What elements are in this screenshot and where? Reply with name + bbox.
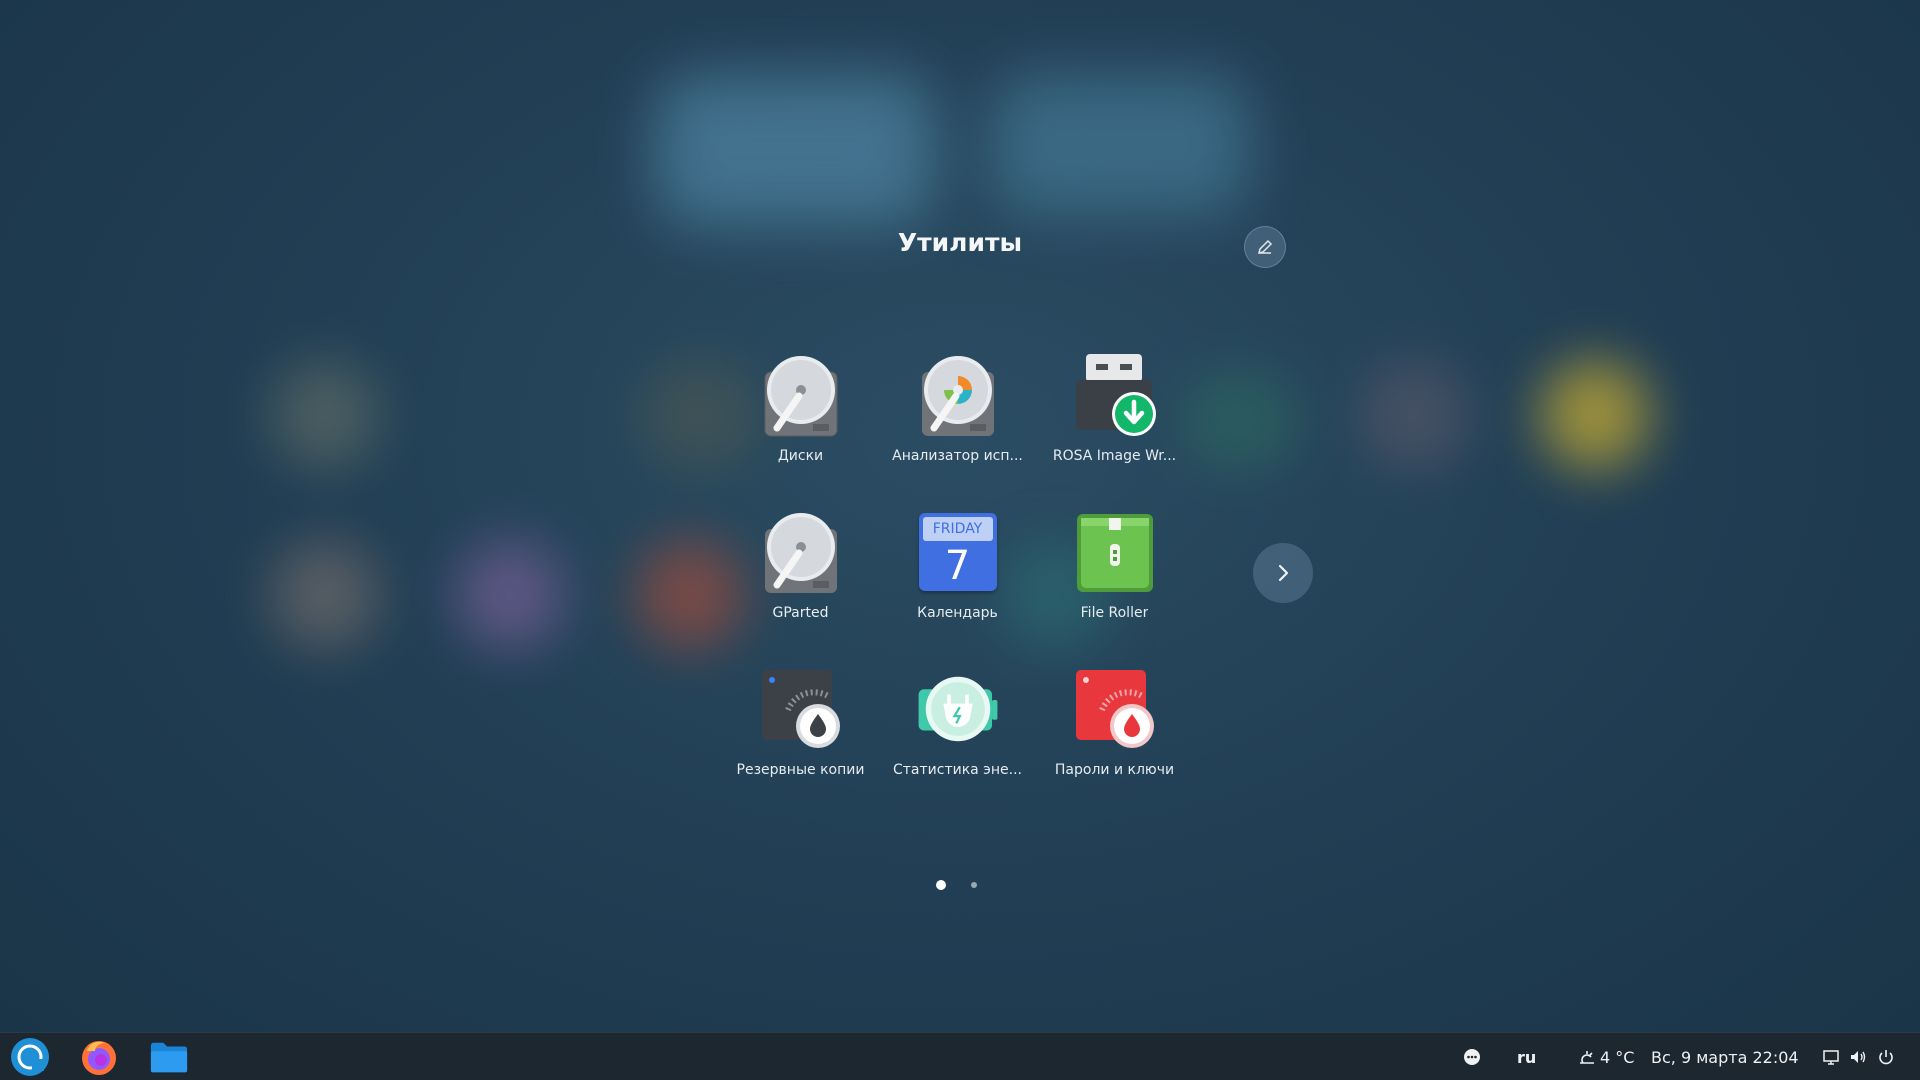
keyboard-layout-indicator[interactable]: ru — [1517, 1033, 1536, 1080]
firefox-icon — [82, 1041, 116, 1075]
power-icon — [1879, 1050, 1893, 1065]
page-dot-2[interactable] — [971, 882, 977, 888]
app-menu-button[interactable] — [10, 1037, 50, 1077]
page-indicator — [936, 880, 977, 890]
rosa-logo-icon — [11, 1038, 49, 1076]
app-label: ROSA Image Wr... — [1052, 448, 1177, 464]
app-label: Статистика эне... — [892, 762, 1022, 778]
weather-temperature: 4 °C — [1600, 1047, 1635, 1067]
calendar-icon: FRIDAY 7 — [915, 509, 1001, 595]
network-icon — [1823, 1050, 1839, 1065]
folder-title[interactable]: Утилиты — [0, 228, 1920, 257]
page-dot-1[interactable] — [936, 880, 946, 890]
next-page-button[interactable] — [1253, 543, 1313, 603]
disk-usage-analyzer-icon — [921, 356, 994, 436]
app-backups[interactable]: Резервные копии — [722, 666, 879, 823]
app-rosa-image-writer[interactable]: ROSA Image Wr... — [1036, 352, 1193, 509]
chevron-right-icon — [1278, 564, 1289, 582]
app-label: Диски — [777, 448, 824, 464]
app-file-roller[interactable]: File Roller — [1036, 509, 1193, 666]
app-label: Резервные копии — [736, 762, 865, 778]
app-label: Анализатор исп... — [892, 448, 1023, 464]
app-gparted[interactable]: GParted — [722, 509, 879, 666]
app-disks[interactable]: Диски — [722, 352, 879, 509]
clock[interactable]: Вс, 9 марта 22:04 — [1651, 1033, 1799, 1080]
rename-folder-button[interactable] — [1244, 226, 1286, 268]
app-grid: Диски Анализатор исп... ROSA Image Wr...… — [722, 352, 1193, 823]
taskbar: ru 4 °C Вс, 9 марта 22:04 — [0, 1032, 1920, 1080]
weather-indicator[interactable]: 4 °C — [1578, 1033, 1634, 1080]
app-label: Пароли и ключи — [1054, 762, 1175, 778]
passwords-keys-icon — [1075, 670, 1154, 748]
app-passwords-keys[interactable]: Пароли и ключи — [1036, 666, 1193, 823]
file-manager-button[interactable] — [149, 1037, 189, 1077]
rosa-image-writer-icon — [1075, 354, 1156, 436]
speaker-icon — [1851, 1051, 1866, 1063]
app-label: File Roller — [1080, 605, 1149, 621]
folder-icon — [150, 1042, 188, 1073]
app-disk-usage-analyzer[interactable]: Анализатор исп... — [879, 352, 1036, 509]
app-calendar[interactable]: FRIDAY 7 Календарь — [879, 509, 1036, 666]
backups-icon — [761, 670, 840, 748]
gparted-icon — [764, 513, 837, 593]
volume-indicator[interactable] — [1849, 1033, 1867, 1080]
file-roller-icon — [1076, 514, 1153, 592]
app-label: Календарь — [917, 605, 998, 621]
calendar-day-label: FRIDAY — [922, 517, 993, 541]
calendar-date-label: 7 — [944, 543, 971, 589]
chat-icon — [1464, 1049, 1480, 1065]
pencil-icon — [1257, 239, 1273, 255]
app-power-statistics[interactable]: Статистика эне... — [879, 666, 1036, 823]
weather-icon — [1580, 1051, 1594, 1064]
network-indicator[interactable] — [1822, 1033, 1840, 1080]
power-button[interactable] — [1877, 1033, 1895, 1080]
firefox-button[interactable] — [79, 1037, 119, 1077]
tray-notifications[interactable] — [1462, 1033, 1482, 1080]
app-label: GParted — [772, 605, 829, 621]
disks-icon — [764, 356, 837, 437]
power-statistics-icon — [918, 676, 997, 742]
